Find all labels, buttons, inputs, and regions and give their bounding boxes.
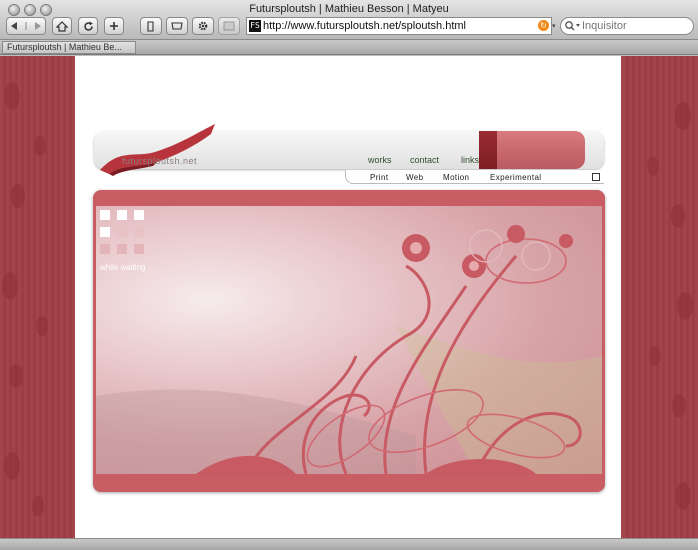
loader-square <box>134 227 144 237</box>
settings-button[interactable] <box>192 17 214 35</box>
nav-links[interactable]: links <box>461 155 479 165</box>
floral-pattern-left <box>2 82 48 516</box>
browser-chrome: Futursploutsh | Mathieu Besson | Matyeu <box>0 0 698 40</box>
loader-square <box>134 244 144 254</box>
stage-artwork: while waiting <box>96 206 602 474</box>
home-button[interactable] <box>52 17 72 35</box>
back-arrow-icon <box>11 22 41 30</box>
loader-square <box>134 210 144 220</box>
site-logo-ribbon[interactable] <box>95 120 220 176</box>
loader-square <box>117 210 127 220</box>
url-text[interactable]: http://www.futursploutsh.net/sploutsh.ht… <box>263 20 466 32</box>
loading-text: while waiting <box>100 263 146 272</box>
back-forward-button[interactable] <box>6 17 46 35</box>
loader-square <box>100 244 110 254</box>
tab-active[interactable]: Futursploutsh | Mathieu Be... <box>2 41 136 54</box>
orange-reload-icon[interactable]: ↻ <box>538 20 549 31</box>
status-bar <box>0 538 698 550</box>
header-accent-dark <box>479 131 497 169</box>
side-pattern-left <box>0 56 75 538</box>
print-button[interactable] <box>166 17 188 35</box>
loader-square <box>100 227 110 237</box>
image-icon <box>223 21 235 31</box>
subnav-motion[interactable]: Motion <box>443 173 469 182</box>
search-field[interactable] <box>560 17 694 35</box>
nav-works[interactable]: works <box>368 155 392 165</box>
add-bookmark-button[interactable] <box>104 17 124 35</box>
tab-bar: Futursploutsh | Mathieu Be... <box>0 40 698 55</box>
browser-window: Futursploutsh | Mathieu Besson | Matyeu <box>0 0 698 550</box>
text-smaller-button[interactable] <box>140 17 162 35</box>
subnav-print[interactable]: Print <box>370 173 388 182</box>
tray-icon <box>171 22 183 30</box>
floral-artwork <box>96 225 602 474</box>
side-pattern-right <box>623 56 698 538</box>
loader-square <box>117 227 127 237</box>
reload-icon <box>83 21 93 31</box>
loader-square <box>100 210 110 220</box>
site-logo-text[interactable]: futursploutsh.net <box>122 156 197 166</box>
address-bar[interactable]: FS http://www.futursploutsh.net/sploutsh… <box>246 17 552 35</box>
home-icon <box>56 20 68 32</box>
address-dropdown-icon[interactable]: ▾ <box>552 22 556 30</box>
loader-square <box>117 244 127 254</box>
page-icon <box>147 20 154 32</box>
search-input[interactable] <box>582 20 682 32</box>
plus-icon <box>110 22 118 30</box>
search-icon <box>565 21 580 31</box>
subnav-web[interactable]: Web <box>406 173 424 182</box>
fullscreen-toggle[interactable] <box>592 173 600 181</box>
gear-icon <box>198 21 208 31</box>
flash-stage: while waiting <box>93 190 605 492</box>
subnav-experimental[interactable]: Experimental <box>490 173 542 182</box>
site-favicon-icon: FS <box>249 20 261 32</box>
web-page: futursploutsh.net works contact links Pr… <box>0 56 698 538</box>
nav-contact[interactable]: contact <box>410 155 439 165</box>
reload-button[interactable] <box>78 17 98 35</box>
window-title: Futursploutsh | Mathieu Besson | Matyeu <box>249 3 449 15</box>
snapback-button[interactable] <box>218 17 240 35</box>
floral-pattern-right <box>647 102 693 510</box>
site-content: futursploutsh.net works contact links Pr… <box>75 56 621 538</box>
